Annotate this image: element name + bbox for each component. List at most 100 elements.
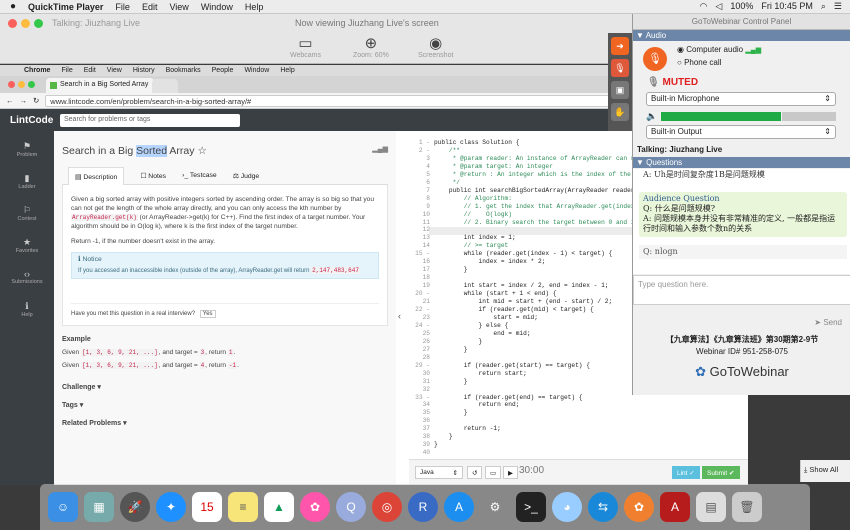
screen-icon[interactable]: ▣ — [611, 81, 629, 99]
screenshot-button[interactable]: ◉ Screenshot — [418, 34, 453, 59]
tab-notes[interactable]: ☐ Notes — [140, 167, 166, 184]
lint-button[interactable]: Lint ✓ — [672, 466, 700, 479]
collapse-arrow-icon[interactable]: ➜ — [611, 37, 629, 55]
code-line: end = mid; — [434, 329, 531, 337]
interview-yes-button[interactable]: Yes — [199, 310, 216, 318]
favorite-star-icon[interactable]: ☆ — [197, 145, 206, 157]
list-icon[interactable]: ☰ — [834, 1, 842, 12]
system-preferences-icon[interactable]: ⚙ — [480, 492, 510, 522]
menu-window[interactable]: Window — [201, 2, 233, 12]
tab-judge[interactable]: ⚖ Judge — [233, 167, 260, 184]
show-all-downloads[interactable]: ⤓ Show All — [800, 460, 850, 482]
chrome-menu-view[interactable]: View — [107, 67, 122, 74]
submit-button[interactable]: Submit ✔ — [702, 466, 740, 479]
phone-call-radio[interactable]: ○ Phone call — [677, 58, 721, 67]
output-select[interactable]: Built-in Output ⇕ — [646, 125, 836, 139]
calendar-icon[interactable]: 15 — [192, 492, 222, 522]
raise-hand-icon[interactable]: ✋ — [611, 103, 629, 121]
fullscreen-icon[interactable]: ▭ — [485, 466, 502, 479]
chrome-menu-app[interactable]: Chrome — [24, 67, 50, 74]
app-store-icon[interactable]: A — [444, 492, 474, 522]
qq-icon[interactable]: ◕ — [552, 492, 582, 522]
computer-audio-radio[interactable]: ◉ Computer audio ▂▄▆ — [677, 45, 761, 54]
forward-icon[interactable]: → — [20, 96, 28, 105]
documents-icon[interactable]: ▤ — [696, 492, 726, 522]
teamviewer-icon[interactable]: ⇆ — [588, 492, 618, 522]
photos-icon[interactable]: ✿ — [300, 492, 330, 522]
code-line: // 1. get the index that ArrayReader.get… — [434, 202, 635, 210]
questions-section-header[interactable]: ▼ Questions — [633, 157, 850, 168]
apple-icon[interactable]: ● — [10, 1, 16, 12]
back-icon[interactable]: ← — [6, 96, 14, 105]
zoom-menu[interactable]: ⊕ Zoom: 60% — [353, 34, 389, 59]
google-drive-icon[interactable]: ▲ — [264, 492, 294, 522]
tab-active[interactable]: Search in a Big Sorted Array — [46, 78, 154, 93]
volume-icon[interactable]: ◁ — [715, 1, 722, 12]
trash-icon[interactable]: 🗑 — [732, 492, 762, 522]
menu-help[interactable]: Help — [245, 2, 264, 12]
sidebar-item-contest[interactable]: ⚐ Contest — [0, 205, 54, 227]
terminal-icon[interactable]: >_ — [516, 492, 546, 522]
microphone-select[interactable]: Built-in Microphone ⇕ — [646, 92, 836, 106]
timer-play-icon[interactable]: ▶ — [503, 466, 518, 479]
acrobat-icon[interactable]: A — [660, 492, 690, 522]
code-line: // O(logk) — [434, 210, 512, 218]
question-input[interactable]: Type question here. — [633, 275, 850, 305]
finder-icon[interactable]: ☺ — [48, 492, 78, 522]
sidebar-item-help[interactable]: ℹ Help — [0, 301, 54, 323]
chrome-minimize-button[interactable] — [18, 81, 25, 88]
language-select[interactable]: Java ⇕ — [415, 466, 463, 479]
launchpad-icon[interactable]: 🚀 — [120, 492, 150, 522]
chrome-icon[interactable]: ◎ — [372, 492, 402, 522]
battery-level[interactable]: 100% — [730, 1, 753, 12]
chrome-menu-file[interactable]: File — [61, 67, 72, 74]
webcams-button[interactable]: ▭ Webcams — [290, 34, 321, 59]
line-number: 13 — [422, 234, 430, 242]
chrome-menu-window[interactable]: Window — [244, 67, 269, 74]
sidebar-item-submissions[interactable]: ‹› Submissions — [0, 269, 54, 291]
send-button[interactable]: ➤ Send — [814, 318, 842, 327]
code-text[interactable]: public class Solution { /** * @param rea… — [434, 139, 635, 457]
preview-icon[interactable]: ▦ — [84, 492, 114, 522]
app-menu[interactable]: QuickTime Player — [28, 2, 103, 12]
sidebar-item-problem[interactable]: ⚑ Problem — [0, 141, 54, 163]
mute-microphone-icon[interactable]: 🎙 — [643, 47, 667, 71]
menu-file[interactable]: File — [115, 2, 130, 12]
sidebar-item-favorites[interactable]: ★ Favorites — [0, 237, 54, 259]
chrome-menu-help[interactable]: Help — [280, 67, 294, 74]
search-icon[interactable]: ⌕ — [821, 1, 826, 12]
minimize-button[interactable] — [21, 19, 30, 28]
chrome-menu-bookmarks[interactable]: Bookmarks — [166, 67, 201, 74]
new-tab-button[interactable] — [152, 79, 178, 93]
microphone-icon[interactable]: 🎙 — [611, 59, 629, 77]
gotowebinar-dock-icon[interactable]: ✿ — [624, 492, 654, 522]
menu-view[interactable]: View — [169, 2, 188, 12]
lintcode-logo[interactable]: LintCode — [0, 115, 60, 126]
search-input[interactable]: Search for problems or tags — [60, 113, 240, 127]
chrome-menu-people[interactable]: People — [212, 67, 234, 74]
related-toggle[interactable]: Related Problems ▾ — [62, 419, 388, 427]
collapse-panel-icon[interactable]: ‹ — [398, 311, 401, 321]
quicktime-icon[interactable]: Q — [336, 492, 366, 522]
sidebar-item-ladder[interactable]: ▮ Ladder — [0, 173, 54, 195]
chrome-close-button[interactable] — [8, 81, 15, 88]
tab-testcase[interactable]: ›_ Testcase — [182, 167, 217, 184]
chrome-menu-edit[interactable]: Edit — [84, 67, 96, 74]
r-icon[interactable]: R — [408, 492, 438, 522]
reload-icon[interactable]: ↻ — [33, 96, 39, 105]
wifi-icon[interactable]: ◠ — [700, 1, 708, 12]
close-button[interactable] — [8, 19, 17, 28]
chrome-zoom-button[interactable] — [28, 81, 35, 88]
tab-description[interactable]: ▤ Description — [68, 167, 125, 185]
clock[interactable]: Fri 10:45 PM — [761, 1, 813, 12]
menu-edit[interactable]: Edit — [142, 2, 158, 12]
audio-section-header[interactable]: ▼ Audio — [633, 30, 850, 41]
challenge-toggle[interactable]: Challenge ▾ — [62, 383, 388, 391]
chrome-menu-history[interactable]: History — [133, 67, 155, 74]
editor-toolbar: Java ⇕ ↺ ▭ ▶ 30:00 Lint ✓ Submit ✔ — [409, 459, 748, 485]
notes-icon[interactable]: ≡ — [228, 492, 258, 522]
safari-icon[interactable]: ✦ — [156, 492, 186, 522]
zoom-button[interactable] — [34, 19, 43, 28]
tags-toggle[interactable]: Tags ▾ — [62, 401, 388, 409]
reset-icon[interactable]: ↺ — [467, 466, 483, 479]
